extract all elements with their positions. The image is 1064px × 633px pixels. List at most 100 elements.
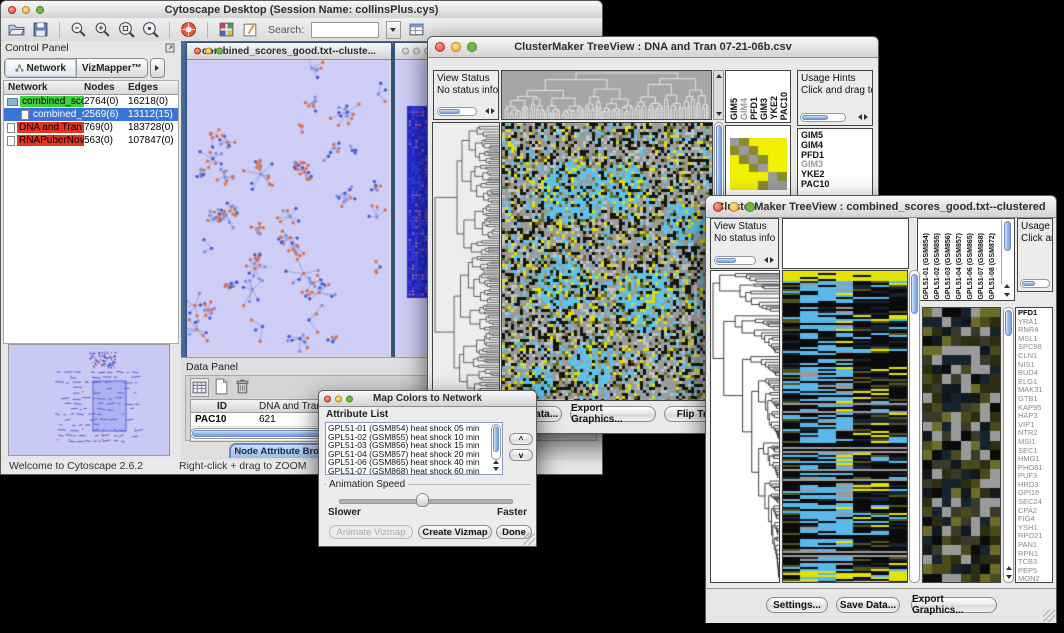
column-label[interactable]: GIM4 xyxy=(740,98,749,120)
scroll-right-icon[interactable] xyxy=(770,257,774,263)
move-up-button[interactable]: ^ xyxy=(509,433,533,445)
tv2-zoom-heatmap-canvas[interactable] xyxy=(923,308,1000,582)
tab-vizmapper[interactable]: VizMapper™ xyxy=(76,59,148,77)
save-icon[interactable] xyxy=(32,21,49,38)
search-dropdown-button[interactable] xyxy=(386,21,401,39)
scroll-right-icon[interactable] xyxy=(491,108,495,114)
network-view-titlebar[interactable]: combined_scores_good.txt--cluste... xyxy=(187,43,391,60)
minimize-button[interactable] xyxy=(413,48,420,55)
close-button[interactable] xyxy=(194,48,201,55)
navigator-canvas[interactable] xyxy=(9,345,169,455)
animate-vizmap-button[interactable]: Animate Vizmap xyxy=(329,525,413,539)
tv1-mini-vscroll[interactable] xyxy=(713,70,724,120)
tv2-settings-button[interactable]: Settings... xyxy=(766,597,828,613)
delete-attribute-trash-icon[interactable] xyxy=(234,378,251,395)
gene-label[interactable]: MON2 xyxy=(1018,575,1052,583)
scroll-left-icon[interactable] xyxy=(764,257,768,263)
zoom-fit-icon[interactable] xyxy=(142,21,159,38)
help-lifering-icon[interactable] xyxy=(180,21,197,38)
scroll-down-icon[interactable] xyxy=(493,467,499,471)
scroll-right-icon[interactable] xyxy=(864,114,868,120)
tv1-export-graphics-button[interactable]: Export Graphics... xyxy=(570,406,656,422)
tv2-labels-vscrollbar[interactable] xyxy=(1001,220,1013,284)
network-table-header[interactable]: Network Nodes Edges xyxy=(4,81,178,95)
attribute-list-item[interactable]: GPL51-07 (GSM868) heat shock 60 min xyxy=(326,467,502,475)
close-button[interactable] xyxy=(324,395,331,402)
tv1-row-dendrogram-canvas[interactable] xyxy=(433,123,499,400)
column-label[interactable]: GPL51-03 (GSM856) xyxy=(943,233,954,300)
tv2-heatmap-vscrollbar[interactable] xyxy=(909,270,920,583)
zoom-in-icon[interactable] xyxy=(94,21,111,38)
tv1-titlebar[interactable]: ClusterMaker TreeView : DNA and Tran 07-… xyxy=(428,37,878,58)
minimize-button[interactable] xyxy=(335,395,342,402)
annotation-icon[interactable] xyxy=(242,21,259,38)
close-button[interactable] xyxy=(713,202,723,212)
minimize-button[interactable] xyxy=(451,42,461,52)
scroll-left-icon[interactable] xyxy=(485,108,489,114)
network-view-canvas[interactable] xyxy=(187,60,389,356)
zoom-button[interactable] xyxy=(745,202,755,212)
column-label[interactable]: YKE2 xyxy=(770,96,779,120)
network-list-row[interactable]: RNAPuberNov2+ 563(0) 107847(0) xyxy=(4,134,178,147)
float-panel-icon[interactable] xyxy=(165,43,175,53)
speed-slider-thumb[interactable] xyxy=(416,493,429,507)
minimize-button[interactable] xyxy=(205,48,212,55)
column-label[interactable]: PAC10 xyxy=(780,92,789,120)
tv1-status-scrollbar[interactable] xyxy=(437,107,477,116)
column-label[interactable]: PFD1 xyxy=(750,97,759,120)
column-label[interactable]: GPL51-04 (GSM857) xyxy=(954,233,965,300)
close-button[interactable] xyxy=(402,48,409,55)
attribute-browser-icon[interactable] xyxy=(408,21,425,38)
minimize-button[interactable] xyxy=(22,6,30,14)
dialog-titlebar[interactable]: Map Colors to Network xyxy=(319,391,536,407)
attribute-list-vscrollbar[interactable] xyxy=(491,424,501,460)
tab-network[interactable]: Network xyxy=(5,59,76,77)
tv1-global-heatmap-canvas[interactable] xyxy=(730,138,787,190)
resize-grip[interactable] xyxy=(523,533,535,545)
column-label[interactable]: GPL51-08 (GSM872) xyxy=(987,233,998,300)
zoom-button[interactable] xyxy=(346,395,353,402)
column-label[interactable]: GPL51-02 (GSM855) xyxy=(932,233,943,300)
tv2-row-dendrogram-canvas[interactable] xyxy=(711,271,779,582)
search-input[interactable] xyxy=(311,22,379,38)
column-label[interactable]: GIM5 xyxy=(730,98,739,120)
open-file-icon[interactable] xyxy=(8,21,25,38)
main-titlebar[interactable]: Cytoscape Desktop (Session Name: collins… xyxy=(1,1,602,19)
tv2-status-scrollbar[interactable] xyxy=(714,256,756,265)
move-down-button[interactable]: v xyxy=(509,449,533,461)
column-label[interactable]: GPL51-06 (GSM865) xyxy=(965,233,976,300)
scroll-up-icon[interactable] xyxy=(1004,284,1010,288)
column-label[interactable]: GPL51-01 (GSM854) xyxy=(921,233,932,300)
create-vizmap-button[interactable]: Create Vizmap xyxy=(418,525,492,539)
zoom-button[interactable] xyxy=(216,48,223,55)
tv2-heatmap-canvas[interactable] xyxy=(783,271,907,582)
minimize-button[interactable] xyxy=(729,202,739,212)
tv1-heatmap-canvas[interactable] xyxy=(502,123,712,400)
network-list-row[interactable]: DNA and Tran 07 769(0) 183728(0) xyxy=(4,121,178,134)
close-button[interactable] xyxy=(8,6,16,14)
tv1-column-dendrogram-canvas[interactable] xyxy=(502,71,711,119)
tv2-export-graphics-button[interactable]: Export Graphics... xyxy=(911,597,997,613)
zoom-selected-icon[interactable] xyxy=(118,21,135,38)
resize-grip[interactable] xyxy=(1043,610,1055,622)
tv1-hints-scrollbar[interactable] xyxy=(800,113,846,122)
new-attribute-icon[interactable] xyxy=(213,378,230,395)
tv2-column-dendrogram[interactable] xyxy=(782,218,909,269)
zoom-button[interactable] xyxy=(36,6,44,14)
tv2-zoom-vscrollbar[interactable] xyxy=(1003,307,1014,583)
scroll-down-icon[interactable] xyxy=(1004,293,1010,297)
network-list-row[interactable]: combined_scores 2764(0) 16218(0) xyxy=(4,95,178,108)
scroll-left-icon[interactable] xyxy=(858,114,862,120)
column-label[interactable]: GIM3 xyxy=(760,98,769,120)
tv2-titlebar[interactable]: ClusterMaker TreeView : combined_scores_… xyxy=(706,196,1056,218)
gene-label[interactable]: PAC10 xyxy=(801,180,872,190)
zoom-button[interactable] xyxy=(467,42,477,52)
vizmapper-icon[interactable] xyxy=(218,21,235,38)
select-attributes-icon[interactable] xyxy=(190,378,209,397)
network-list-row[interactable]: combined_sco 2569(6) 13112(15) xyxy=(4,108,178,121)
close-button[interactable] xyxy=(435,42,445,52)
tv2-save-data-button[interactable]: Save Data... xyxy=(836,597,900,613)
tab-overflow-button[interactable] xyxy=(150,58,165,78)
tv2-hints-scrollbar[interactable] xyxy=(1020,279,1050,288)
zoom-out-icon[interactable] xyxy=(70,21,87,38)
